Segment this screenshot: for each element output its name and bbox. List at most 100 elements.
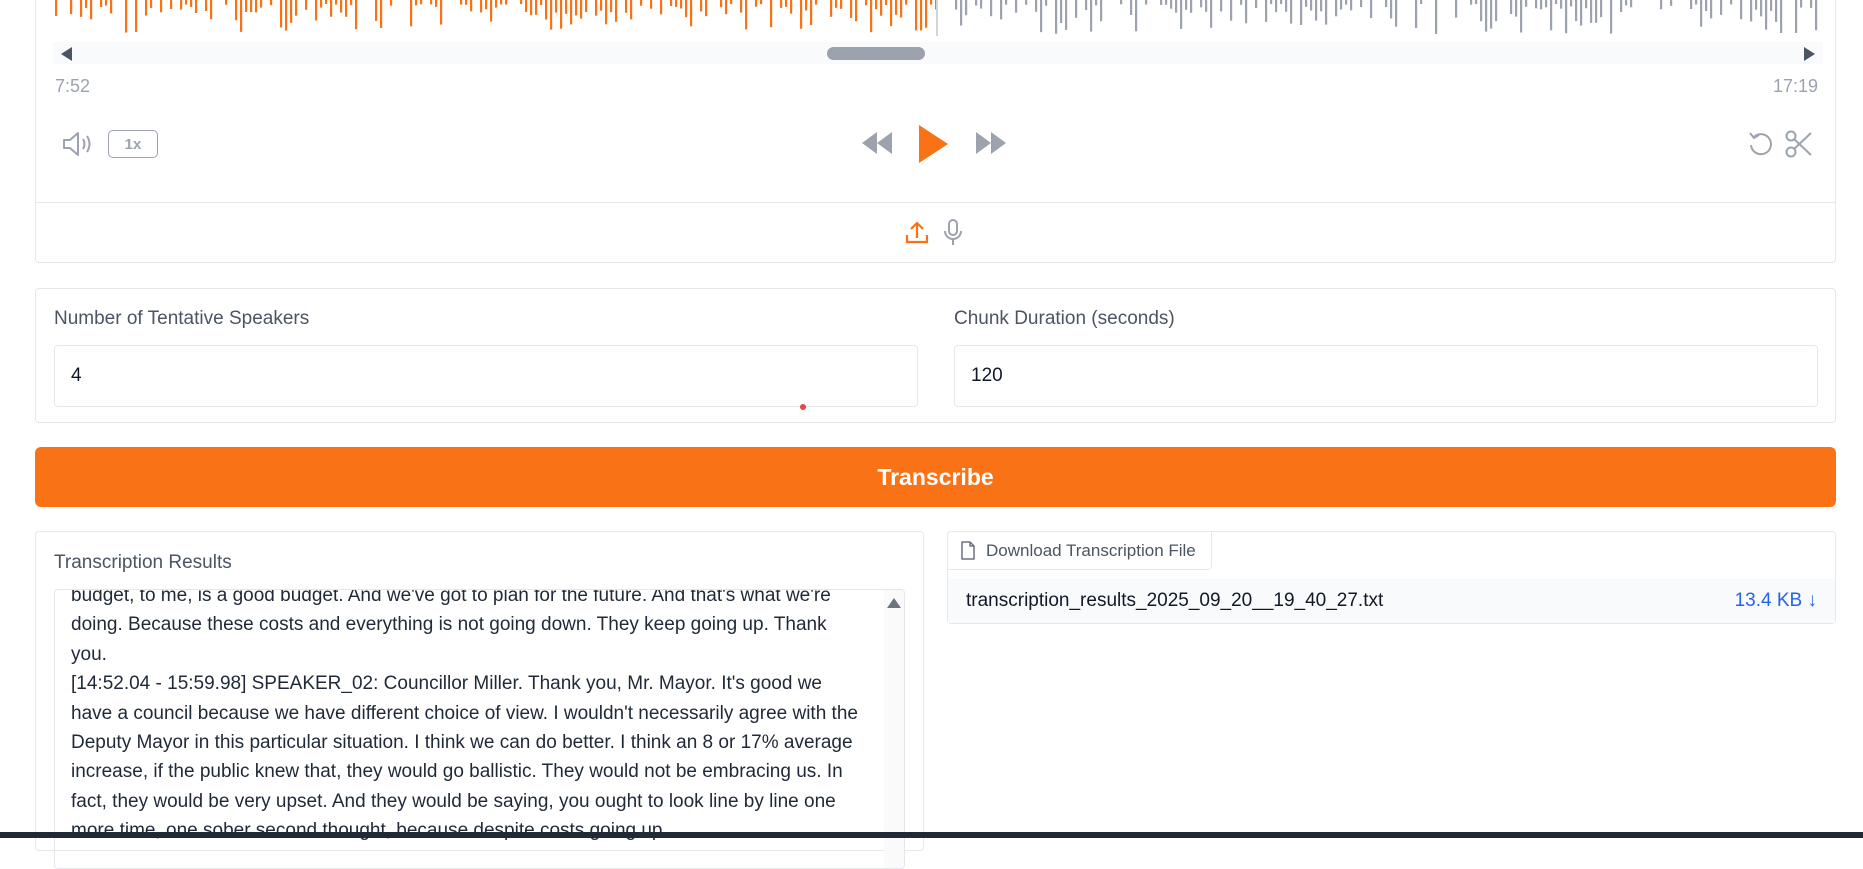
waveform-bar: [625, 0, 628, 13]
speakers-input[interactable]: 4: [54, 345, 918, 407]
waveform-bar: [1185, 0, 1188, 10]
waveform-bar: [1180, 0, 1183, 29]
waveform-bar: [1495, 0, 1498, 22]
waveform[interactable]: [53, 0, 1819, 36]
waveform-bar: [255, 0, 258, 13]
waveform-bar: [680, 0, 683, 9]
fast-forward-icon[interactable]: [973, 126, 1009, 160]
playhead[interactable]: [936, 0, 938, 36]
scroll-right-icon[interactable]: [1804, 47, 1815, 61]
waveform-bar: [210, 0, 213, 20]
waveform-bar: [555, 0, 558, 13]
play-icon[interactable]: [915, 122, 951, 166]
waveform-bar: [1670, 0, 1673, 6]
waveform-bar: [1060, 0, 1063, 23]
waveform-bar: [595, 0, 598, 16]
waveform-scrollbar[interactable]: [53, 42, 1823, 64]
waveform-bar: [880, 0, 883, 16]
waveform-bar: [340, 0, 343, 13]
waveform-bar: [460, 0, 463, 5]
waveform-bar: [990, 0, 993, 17]
waveform-bar: [550, 0, 553, 30]
waveform-bar: [670, 0, 673, 6]
waveform-bar: [720, 0, 723, 8]
waveform-bar: [1810, 0, 1813, 8]
waveform-bar: [190, 0, 193, 8]
waveform-bar: [180, 0, 183, 10]
waveform-bar: [240, 0, 243, 32]
waveform-bar: [805, 0, 808, 11]
waveform-bar: [890, 0, 893, 27]
waveform-bar: [1795, 0, 1798, 33]
waveform-bar: [585, 0, 588, 13]
microphone-icon[interactable]: [941, 217, 965, 249]
playback-controls: 1x: [36, 112, 1835, 172]
waveform-bar: [600, 0, 603, 11]
waveform-bar: [125, 0, 128, 33]
waveform-bar: [770, 0, 773, 28]
waveform-bar: [320, 0, 323, 8]
file-size-download-link[interactable]: 13.4 KB ↓: [1735, 590, 1817, 612]
waveform-bar: [1705, 0, 1708, 12]
waveform-bar: [480, 0, 483, 13]
waveform-bar: [380, 0, 383, 28]
waveform-bar: [790, 0, 793, 14]
waveform-bar: [1415, 0, 1418, 28]
waveform-bar: [740, 0, 743, 13]
waveform-bar: [1590, 0, 1593, 23]
waveform-bar: [915, 0, 918, 31]
waveform-bar: [410, 0, 413, 27]
waveform-bar: [1520, 0, 1523, 33]
waveform-bar: [1475, 0, 1478, 5]
waveform-bar: [535, 0, 538, 15]
waveform-bar: [1160, 0, 1163, 5]
waveform-bar: [1170, 0, 1173, 9]
waveform-bar: [1435, 0, 1438, 34]
waveform-bar: [570, 0, 573, 25]
waveform-bar: [1455, 0, 1458, 18]
waveform-bar: [1240, 0, 1243, 5]
results-scrollbar[interactable]: [884, 590, 904, 868]
waveform-bar: [980, 0, 983, 9]
file-row[interactable]: transcription_results_2025_09_20__19_40_…: [948, 579, 1835, 623]
waveform-bar: [105, 0, 108, 6]
waveform-bar: [490, 0, 493, 22]
audio-player-panel: 7:52 17:19 1x: [35, 0, 1836, 263]
waveform-bar: [1690, 0, 1693, 10]
file-name[interactable]: transcription_results_2025_09_20__19_40_…: [966, 590, 1383, 612]
scroll-up-icon[interactable]: [887, 598, 901, 608]
playback-speed-button[interactable]: 1x: [108, 130, 158, 158]
waveform-bar: [895, 0, 898, 15]
undo-icon[interactable]: [1745, 128, 1777, 160]
waveform-bar: [900, 0, 903, 18]
rewind-icon[interactable]: [859, 126, 895, 160]
speakers-label: Number of Tentative Speakers: [54, 308, 310, 329]
waveform-bar: [70, 0, 73, 15]
results-textarea[interactable]: budget, to me, is a good budget. And we'…: [54, 589, 905, 869]
results-label: Transcription Results: [54, 552, 232, 573]
scrollbar-thumb[interactable]: [827, 47, 925, 60]
volume-icon[interactable]: [60, 128, 94, 160]
waveform-bar: [485, 0, 488, 10]
waveform-bar: [390, 0, 393, 6]
waveform-bar: [1620, 0, 1623, 13]
scroll-left-icon[interactable]: [61, 47, 72, 61]
scissors-icon[interactable]: [1783, 128, 1815, 160]
waveform-bar: [1230, 0, 1233, 21]
waveform-bar: [1085, 0, 1088, 11]
waveform-bar: [780, 0, 783, 8]
audio-source-row: [36, 203, 1835, 263]
waveform-bar: [305, 0, 308, 10]
waveform-bar: [1780, 0, 1783, 33]
waveform-bar: [800, 0, 803, 29]
transcribe-button[interactable]: Transcribe: [35, 447, 1836, 507]
chunk-duration-input[interactable]: 120: [954, 345, 1818, 407]
waveform-bar: [1700, 0, 1703, 27]
waveform-bar: [1765, 0, 1768, 30]
upload-icon[interactable]: [903, 219, 931, 247]
waveform-bar: [1775, 0, 1778, 22]
waveform-bar: [685, 0, 688, 18]
waveform-bar: [1595, 0, 1598, 23]
waveform-bar: [250, 0, 253, 13]
waveform-bar: [1275, 0, 1278, 13]
